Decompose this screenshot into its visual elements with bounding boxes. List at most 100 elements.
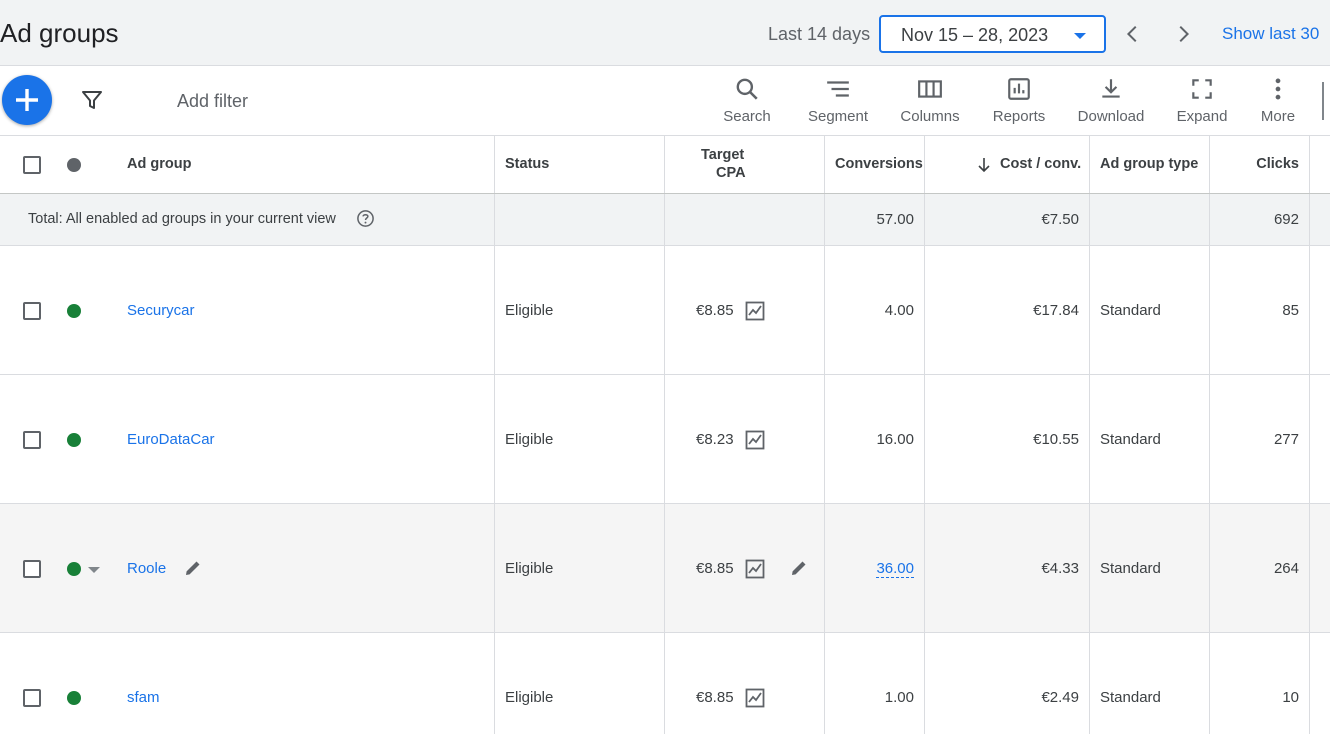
clicks-cell: 277 bbox=[1273, 431, 1299, 448]
expand-tool-button[interactable]: Expand bbox=[1172, 76, 1232, 132]
bid-chart-icon[interactable] bbox=[745, 430, 765, 450]
reports-icon bbox=[1008, 78, 1030, 100]
conversions-cell: 16.00 bbox=[876, 431, 914, 448]
status-cell: Eligible bbox=[505, 560, 554, 577]
page-title: Ad groups bbox=[0, 18, 119, 48]
more-vert-icon bbox=[1275, 78, 1281, 100]
ad-group-type-cell: Standard bbox=[1100, 302, 1161, 319]
download-tool-label: Download bbox=[1077, 108, 1145, 125]
row-checkbox[interactable] bbox=[23, 560, 41, 578]
status-cell: Eligible bbox=[505, 302, 554, 319]
ad-group-type-cell: Standard bbox=[1100, 431, 1161, 448]
table-header-row: Ad group Status Target CPA Conversions C… bbox=[0, 136, 1330, 194]
enabled-status-dot[interactable] bbox=[67, 304, 81, 318]
add-ad-group-button[interactable] bbox=[2, 75, 52, 125]
table-row-hovered: Roole Eligible €8.85 36.00 €4.33 Standar… bbox=[0, 504, 1330, 633]
clicks-cell: 10 bbox=[1282, 689, 1299, 706]
reports-tool-button[interactable]: Reports bbox=[986, 76, 1052, 132]
target-cpa-cell: €8.85 bbox=[696, 560, 734, 577]
cost-per-conv-cell: €4.33 bbox=[1041, 560, 1079, 577]
ad-group-name-link[interactable]: Roole bbox=[127, 560, 166, 577]
row-checkbox[interactable] bbox=[23, 302, 41, 320]
show-last-30-link[interactable]: Show last 30 bbox=[1222, 24, 1319, 44]
segment-tool-label: Segment bbox=[807, 108, 869, 125]
row-checkbox[interactable] bbox=[23, 689, 41, 707]
date-range-value: Nov 15 – 28, 2023 bbox=[901, 25, 1049, 45]
page-header: Ad groups Last 14 days Nov 15 – 28, 2023… bbox=[0, 0, 1330, 66]
expand-tool-label: Expand bbox=[1176, 108, 1228, 125]
download-tool-button[interactable]: Download bbox=[1075, 76, 1147, 132]
ad-group-name-link[interactable]: sfam bbox=[127, 689, 160, 706]
dropdown-caret-icon bbox=[1074, 33, 1086, 39]
reports-tool-label: Reports bbox=[992, 108, 1046, 125]
total-clicks: 692 bbox=[1273, 211, 1299, 228]
status-dropdown-icon[interactable] bbox=[88, 567, 100, 573]
table-row: sfam Eligible €8.85 1.00 €2.49 Standard … bbox=[0, 633, 1330, 734]
plus-icon bbox=[16, 89, 38, 111]
bid-chart-icon[interactable] bbox=[745, 688, 765, 708]
add-filter-button[interactable]: Add filter bbox=[177, 91, 248, 112]
target-cpa-cell: €8.23 bbox=[696, 431, 734, 448]
select-all-checkbox[interactable] bbox=[23, 156, 41, 174]
row-checkbox[interactable] bbox=[23, 431, 41, 449]
target-cpa-cell: €8.85 bbox=[696, 689, 734, 706]
edit-target-cpa-pencil-icon[interactable] bbox=[789, 558, 809, 578]
cost-per-conv-cell: €10.55 bbox=[1033, 431, 1079, 448]
enabled-status-dot[interactable] bbox=[67, 691, 81, 705]
column-header-cost-per-conv[interactable]: Cost / conv. bbox=[1000, 156, 1081, 172]
enabled-status-dot[interactable] bbox=[67, 562, 81, 576]
cost-per-conv-cell: €2.49 bbox=[1041, 689, 1079, 706]
sort-descending-icon bbox=[978, 158, 990, 173]
bid-chart-icon[interactable] bbox=[745, 559, 765, 579]
segment-tool-button[interactable]: Segment bbox=[803, 76, 873, 132]
total-row: Total: All enabled ad groups in your cur… bbox=[0, 194, 1330, 246]
clicks-cell: 264 bbox=[1273, 560, 1299, 577]
column-header-ad-group-type[interactable]: Ad group type bbox=[1100, 156, 1198, 172]
download-icon bbox=[1102, 79, 1120, 98]
status-cell: Eligible bbox=[505, 431, 554, 448]
search-icon bbox=[736, 78, 758, 100]
ad-group-type-cell: Standard bbox=[1100, 560, 1161, 577]
total-conversions: 57.00 bbox=[876, 211, 914, 228]
ad-group-name-link[interactable]: Securycar bbox=[127, 302, 195, 319]
search-tool-button[interactable]: Search bbox=[717, 76, 777, 132]
conversions-cell: 1.00 bbox=[884, 689, 914, 706]
column-header-status[interactable]: Status bbox=[505, 156, 549, 172]
help-icon[interactable] bbox=[356, 209, 375, 228]
bid-chart-icon[interactable] bbox=[745, 301, 765, 321]
segment-icon bbox=[827, 81, 849, 97]
status-cell: Eligible bbox=[505, 689, 554, 706]
date-range-label: Last 14 days bbox=[768, 24, 871, 44]
column-header-ad-group[interactable]: Ad group bbox=[127, 156, 191, 172]
table-row: Securycar Eligible €8.85 4.00 €17.84 Sta… bbox=[0, 246, 1330, 375]
status-filter-dot[interactable] bbox=[67, 158, 81, 172]
edit-name-pencil-icon[interactable] bbox=[183, 558, 203, 578]
ad-group-type-cell: Standard bbox=[1100, 689, 1161, 706]
next-period-icon[interactable] bbox=[1172, 22, 1194, 46]
clicks-cell: 85 bbox=[1282, 302, 1299, 319]
cost-per-conv-cell: €17.84 bbox=[1033, 302, 1079, 319]
filter-icon[interactable] bbox=[80, 88, 104, 112]
total-row-label: Total: All enabled ad groups in your cur… bbox=[28, 211, 336, 227]
target-cpa-cell: €8.85 bbox=[696, 302, 734, 319]
column-header-target-cpa-line1[interactable]: Target bbox=[701, 147, 744, 163]
conversions-cell-link[interactable]: 36.00 bbox=[876, 560, 914, 578]
date-range-selector[interactable]: Nov 15 – 28, 2023 bbox=[879, 15, 1106, 53]
toolbar-divider bbox=[1322, 82, 1324, 120]
more-tool-label: More bbox=[1260, 108, 1296, 125]
expand-icon bbox=[1192, 79, 1212, 99]
columns-tool-label: Columns bbox=[900, 108, 960, 125]
previous-period-icon[interactable] bbox=[1122, 22, 1144, 46]
columns-icon bbox=[918, 80, 942, 98]
ad-group-name-link[interactable]: EuroDataCar bbox=[127, 431, 215, 448]
column-header-target-cpa-line2[interactable]: CPA bbox=[716, 165, 746, 181]
column-header-clicks[interactable]: Clicks bbox=[1256, 156, 1299, 172]
total-cost-per-conv: €7.50 bbox=[1041, 211, 1079, 228]
search-tool-label: Search bbox=[723, 108, 771, 125]
table-row: EuroDataCar Eligible €8.23 16.00 €10.55 … bbox=[0, 375, 1330, 504]
more-tool-button[interactable]: More bbox=[1254, 76, 1302, 132]
column-header-conversions[interactable]: Conversions bbox=[835, 156, 923, 172]
columns-tool-button[interactable]: Columns bbox=[895, 76, 965, 132]
enabled-status-dot[interactable] bbox=[67, 433, 81, 447]
conversions-cell: 4.00 bbox=[884, 302, 914, 319]
